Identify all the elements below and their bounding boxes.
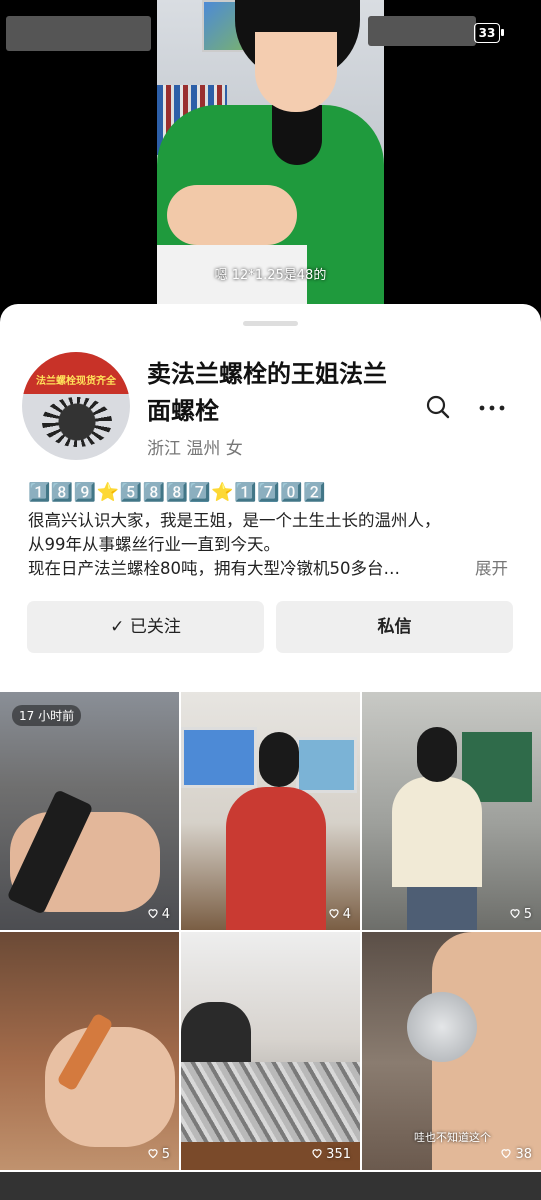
bolt-pile [181, 1062, 360, 1142]
video-thumbnail[interactable]: 351 [181, 932, 360, 1170]
avatar-bolts-image [42, 397, 112, 447]
bio: 很高兴认识大家，我是王姐，是一个土生土长的温州人， 从99年从事螺丝行业一直到今… [28, 509, 518, 581]
search-button[interactable] [420, 392, 456, 424]
expand-link[interactable]: 展开 [475, 557, 508, 581]
like-count: 5 [509, 907, 532, 922]
battery-icon: 33 [474, 23, 504, 43]
bio-line-3: 现在日产法兰螺栓80吨，拥有大型冷镦机50多台… [28, 559, 400, 578]
drag-handle[interactable] [243, 321, 298, 326]
like-count-value: 351 [326, 1147, 351, 1162]
like-count: 4 [147, 907, 170, 922]
message-button[interactable]: 私信 [276, 601, 513, 653]
video-thumbnail-row-partial[interactable] [0, 1172, 541, 1200]
heart-icon [312, 1149, 322, 1159]
flange-nut [407, 992, 477, 1062]
heart-icon [501, 1149, 512, 1159]
search-icon [426, 395, 450, 419]
like-count: 38 [500, 1147, 532, 1162]
like-count-value: 5 [523, 907, 532, 922]
hair [417, 727, 457, 782]
wall-map [181, 727, 257, 788]
jeans [407, 887, 477, 930]
like-count-value: 38 [515, 1147, 532, 1162]
profile-name: 卖法兰螺栓的王姐法兰面螺栓 [147, 360, 387, 425]
followed-button[interactable]: ✓ 已关注 [27, 601, 264, 653]
more-button[interactable] [472, 392, 512, 424]
avatar-text: 法兰螺栓现货齐全 [36, 376, 116, 387]
video-caption: 嗯 12*1.25是48的 [214, 268, 327, 283]
bio-line-2: 从99年从事螺丝行业一直到今天。 [28, 535, 280, 554]
video-thumbnail[interactable]: 5 [362, 692, 541, 930]
hand [45, 1027, 175, 1147]
phone-number: 1️⃣8️⃣9️⃣⭐5️⃣8️⃣8️⃣7️⃣⭐1️⃣7️⃣0️⃣2️⃣ [28, 482, 326, 503]
status-bar-left-redacted [6, 16, 151, 51]
cream-cardigan [392, 777, 482, 887]
like-count-value: 4 [161, 907, 170, 922]
like-count: 351 [311, 1147, 351, 1162]
bio-line-1: 很高兴认识大家，我是王姐，是一个土生土长的温州人， [28, 511, 441, 530]
like-count-value: 4 [342, 907, 351, 922]
video-thumbnail[interactable]: 5 [0, 932, 179, 1170]
status-bar-right-redacted [368, 16, 476, 46]
video-thumbnail[interactable]: 4 [181, 692, 360, 930]
avatar[interactable]: 法兰螺栓现货齐全 [22, 352, 130, 460]
profile-location: 浙江 温州 女 [147, 439, 243, 459]
red-sweater [226, 787, 326, 930]
black-turtleneck [272, 105, 322, 165]
like-count: 4 [328, 907, 351, 922]
video-thumbnail[interactable]: 哇也不知道这个 38 [362, 932, 541, 1170]
hair [259, 732, 299, 787]
heart-icon [148, 909, 158, 919]
time-badge: 17 小时前 [12, 705, 82, 726]
video-overlay-text: 哇也不知道这个 [414, 1131, 491, 1144]
more-icon [479, 405, 505, 411]
like-count-value: 5 [161, 1147, 170, 1162]
profile-sheet: 法兰螺栓现货齐全 卖法兰螺栓的王姐法兰面螺栓 浙江 温州 女 1️⃣8️⃣9️⃣… [0, 304, 541, 1200]
hands [167, 185, 297, 245]
video-thumbnail[interactable]: 17 小时前 4 [0, 692, 179, 930]
heart-icon [329, 909, 339, 919]
heart-icon [148, 1149, 158, 1159]
wall-map [296, 737, 357, 793]
like-count: 5 [147, 1147, 170, 1162]
heart-icon [510, 909, 520, 919]
face [255, 32, 337, 112]
